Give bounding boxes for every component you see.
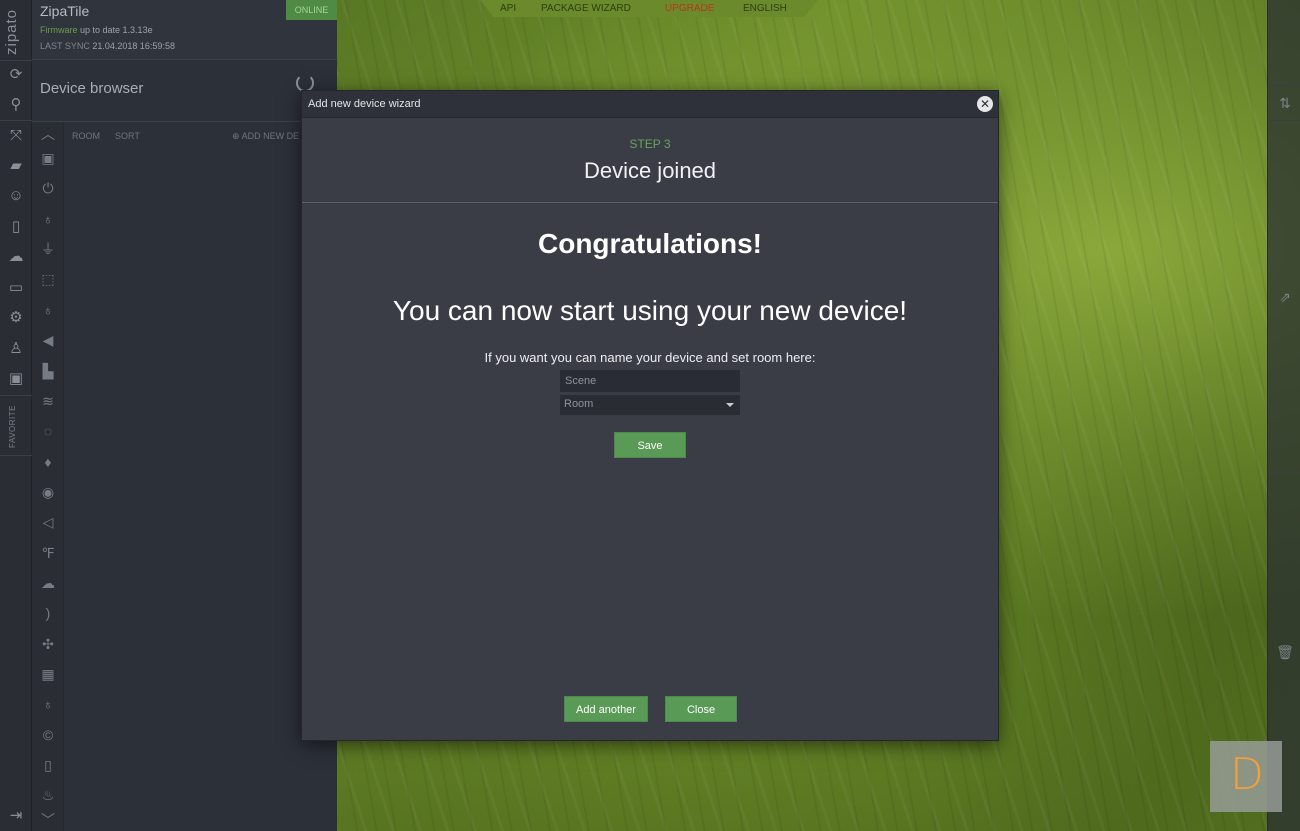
siren-icon[interactable]: ◀ [38,330,58,350]
sensor-icon[interactable]: ⬚ [38,269,58,289]
category-rail: ︿ ▣ ⏻ ♁ ⏚ ⬚ ♁ ◀ ▙ ≋ ◌ ♦ ◉ ◁ ℉ ☁ ) ✣ ▦ ♁ … [32,122,64,831]
chevron-down-icon[interactable]: ﹀ [38,810,58,830]
trash-icon[interactable]: 🗑 [1276,643,1294,661]
add-another-button[interactable]: Add another [564,696,648,722]
plus-icon: ⊕ [232,131,240,141]
meter-icon[interactable]: ▦ [38,664,58,684]
logout-icon[interactable]: ⇥ [6,806,26,826]
lamp-icon[interactable]: ♁ [38,694,58,714]
upgrade-link[interactable]: UPGRADE [665,3,714,14]
wave-icon[interactable]: ) [38,603,58,623]
add-new-device-button[interactable]: ⊕ ADD NEW DE [232,131,302,142]
modal-divider [302,202,998,203]
sync-icon[interactable]: ⟳ [6,65,26,85]
co-sensor-icon[interactable]: © [38,725,58,745]
door-icon[interactable]: ▙ [38,361,58,381]
fan-icon[interactable]: ✣ [38,634,58,654]
thermostat-icon[interactable]: ◌ [38,421,58,441]
naming-hint: If you want you can name your device and… [484,350,816,365]
device-name-input[interactable] [560,370,740,392]
camera-icon[interactable]: ◉ [38,482,58,502]
main-icon-rail: zipato ⟳ ⚲ ⤧ ▰ ☺ ▯ ☁ ▭ ⚙ ♙ ▣ FAVORITE ⇥ [0,0,32,831]
bulb-icon[interactable]: ♁ [38,209,58,229]
rail-divider [0,395,32,396]
step-title: Device joined [583,158,717,183]
weather-icon[interactable]: ☁ [38,573,58,593]
device-icon[interactable]: ▯ [6,217,26,237]
scenes-icon[interactable]: ▰ [6,156,26,176]
phone-icon[interactable]: ▯ [38,755,58,775]
photo-icon[interactable]: ▣ [38,148,58,168]
top-menu: API PACKAGE WIZARD UPGRADE ENGLISH [480,0,818,17]
rail-divider [0,120,32,121]
folder-icon[interactable]: ▭ [6,278,26,298]
panel-header: ZipaTile Firmware up to date 1.3.13e LAS… [32,0,337,60]
expand-icon[interactable]: ⤧ [6,126,26,146]
rules-icon[interactable]: ♙ [6,339,26,359]
right-rail: ⇅ ⇗ 🗑 [1267,0,1300,831]
speaker-icon[interactable]: ◁ [38,512,58,532]
rail-divider [1268,472,1300,473]
panel-divider [32,121,337,122]
firmware-status: Firmware up to date 1.3.13e [40,25,153,35]
online-status-badge: ONLINE [286,0,337,20]
add-new-device-label: ADD NEW DE [241,131,300,141]
last-sync: LAST SYNC 21.04.2018 16:59:58 [40,41,175,51]
last-sync-label: LAST SYNC [40,41,90,51]
congratulations-heading: Congratulations! [538,228,762,259]
save-button[interactable]: Save [614,432,686,458]
firmware-label: Firmware [40,25,78,35]
room-filter[interactable]: ROOM [72,131,100,141]
app-name: ZipaTile [40,3,90,19]
add-device-wizard-modal: Add new device wizard ✕ STEP 3 Device jo… [301,90,999,741]
watermark-letter: D [1230,749,1264,800]
sort-arrows-icon[interactable]: ⇅ [1276,94,1294,112]
cloud-icon[interactable]: ☁ [6,247,26,267]
light-icon[interactable]: ♁ [38,300,58,320]
sort-button[interactable]: SORT [115,131,140,141]
close-icon[interactable]: ✕ [977,96,993,112]
plug-icon[interactable]: ⏚ [38,239,58,259]
caret-down-icon [726,403,734,407]
watermark-badge: D [1210,741,1282,812]
rail-divider [1268,85,1300,86]
temperature-icon[interactable]: ℉ [38,543,58,563]
api-link[interactable]: API [500,3,516,14]
external-link-icon[interactable]: ⇗ [1276,288,1294,306]
gear-icon[interactable]: ⚙ [6,308,26,328]
modal-title-bar: Add new device wizard ✕ [302,91,998,118]
search-icon[interactable]: ⚲ [6,95,26,115]
fire-icon[interactable]: ♨ [38,785,58,805]
success-message: You can now start using your new device! [392,295,908,326]
firmware-value: up to date 1.3.13e [80,25,153,35]
save-icon[interactable]: ▣ [6,369,26,389]
device-browser-title: Device browser [40,80,144,97]
rail-divider [1268,120,1300,121]
favorite-label[interactable]: FAVORITE [8,405,17,448]
room-select-value: Room [564,398,594,410]
modal-title: Add new device wizard [308,98,421,110]
water-icon[interactable]: ♦ [38,452,58,472]
rail-divider [0,455,32,456]
zipato-logo: zipato [3,8,20,56]
last-sync-value: 21.04.2018 16:59:58 [92,41,175,51]
language-link[interactable]: ENGLISH [743,3,787,14]
rail-divider [0,60,32,61]
close-button[interactable]: Close [665,696,737,722]
step-label: STEP 3 [629,137,671,151]
package-wizard-link[interactable]: PACKAGE WIZARD [541,3,631,14]
room-select[interactable]: Room [560,395,740,415]
motion-icon[interactable]: ≋ [38,391,58,411]
users-icon[interactable]: ☺ [6,186,26,206]
device-browser-panel: ZipaTile Firmware up to date 1.3.13e LAS… [32,0,337,831]
chevron-up-icon[interactable]: ︿ [38,124,58,144]
power-icon[interactable]: ⏻ [38,178,58,198]
